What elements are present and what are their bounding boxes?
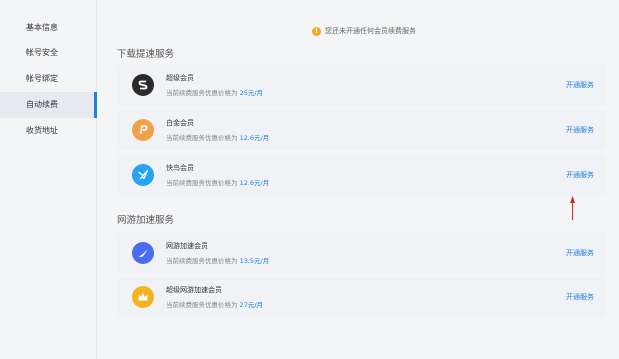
sidebar-item-label: 自动续费 [26, 100, 58, 109]
section-title-game: 网游加速服务 [117, 215, 175, 226]
card-desc: 当前续费服务优惠价格为 27元/月 [166, 299, 263, 309]
sidebar-item-basic-info[interactable]: 基本信息 [0, 15, 96, 41]
service-card-game-accel: 网游加速会员 当前续费服务优惠价格为 13.5元/月 开通服务 [117, 233, 606, 273]
svip-icon [132, 74, 154, 96]
card-name: 网游加速会员 [166, 242, 208, 250]
card-price: 13.5元/月 [239, 257, 270, 265]
sidebar-item-label: 帐号安全 [26, 48, 58, 57]
notice-bar: ! 您还未开通任何会员续费服务 [312, 25, 416, 37]
service-card-platinum: 白金会员 当前续费服务优惠价格为 12.6元/月 开通服务 [117, 110, 606, 150]
card-price: 25元/月 [239, 89, 264, 97]
active-indicator [94, 92, 97, 118]
warning-icon: ! [312, 26, 321, 36]
card-desc: 当前续费服务优惠价格为 12.6元/月 [166, 177, 269, 187]
sidebar-item-label: 基本信息 [26, 23, 58, 32]
sidebar-item-label: 帐号绑定 [26, 74, 58, 83]
sidebar-item-account-security[interactable]: 帐号安全 [0, 40, 96, 66]
card-price: 12.6元/月 [239, 134, 270, 142]
card-name: 超级网游加速会员 [166, 286, 222, 294]
service-card-svip: 超级会员 当前续费服务优惠价格为 25元/月 开通服务 [117, 65, 606, 105]
card-desc: 当前续费服务优惠价格为 13.5元/月 [166, 255, 269, 265]
card-desc-prefix: 当前续费服务优惠价格为 [166, 301, 240, 309]
crown-icon [132, 286, 154, 308]
service-card-super-game-accel: 超级网游加速会员 当前续费服务优惠价格为 27元/月 开通服务 [117, 277, 606, 317]
open-service-button[interactable]: 开通服务 [566, 170, 594, 180]
open-service-button[interactable]: 开通服务 [566, 80, 594, 90]
section-title-download: 下载提速服务 [117, 49, 175, 60]
card-name: 超级会员 [166, 74, 194, 82]
open-service-button[interactable]: 开通服务 [566, 125, 594, 135]
card-price: 27元/月 [239, 301, 264, 309]
card-desc: 当前续费服务优惠价格为 25元/月 [166, 87, 263, 97]
platinum-icon [132, 119, 154, 141]
card-name: 快鸟会员 [166, 164, 194, 172]
card-desc-prefix: 当前续费服务优惠价格为 [166, 89, 240, 97]
card-price: 12.6元/月 [239, 179, 270, 187]
open-service-button[interactable]: 开通服务 [566, 248, 594, 258]
game-accel-icon [132, 242, 154, 264]
sidebar-item-account-binding[interactable]: 帐号绑定 [0, 66, 96, 92]
notice-text: 您还未开通任何会员续费服务 [325, 27, 416, 35]
open-service-button[interactable]: 开通服务 [566, 292, 594, 302]
sidebar: 基本信息 帐号安全 帐号绑定 自动续费 收货地址 [0, 0, 97, 359]
kuainiao-icon [132, 164, 154, 186]
card-desc: 当前续费服务优惠价格为 12.6元/月 [166, 132, 269, 142]
annotation-arrow [570, 196, 575, 220]
card-desc-prefix: 当前续费服务优惠价格为 [166, 257, 240, 265]
sidebar-item-label: 收货地址 [26, 126, 58, 135]
card-desc-prefix: 当前续费服务优惠价格为 [166, 179, 240, 187]
sidebar-item-auto-renew[interactable]: 自动续费 [0, 92, 97, 118]
card-name: 白金会员 [166, 119, 194, 127]
card-desc-prefix: 当前续费服务优惠价格为 [166, 134, 240, 142]
service-card-kuainiao: 快鸟会员 当前续费服务优惠价格为 12.6元/月 开通服务 [117, 155, 606, 195]
sidebar-item-shipping-address[interactable]: 收货地址 [0, 118, 96, 144]
